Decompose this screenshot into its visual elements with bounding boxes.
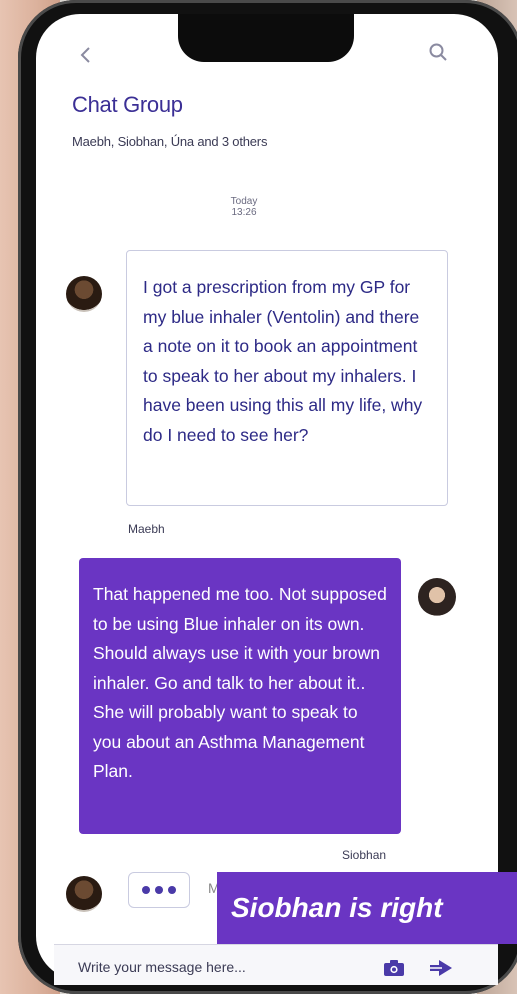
typing-dot xyxy=(168,886,176,894)
send-icon[interactable] xyxy=(428,958,454,978)
chevron-left-icon[interactable] xyxy=(78,46,92,64)
message-input[interactable] xyxy=(78,956,358,978)
typing-indicator xyxy=(128,872,190,908)
sender-name: Siobhan xyxy=(342,848,387,862)
phone-notch xyxy=(178,14,354,62)
search-icon[interactable] xyxy=(428,42,448,62)
typing-dot xyxy=(155,886,163,894)
message-bubble-outgoing: That happened me too. Not supposed to be… xyxy=(79,558,401,834)
avatar-siobhan xyxy=(418,578,456,616)
avatar-maebh xyxy=(66,276,102,312)
sender-name: Maebh xyxy=(128,522,165,536)
timestamp-day: Today xyxy=(230,196,258,207)
avatar-typing-user xyxy=(66,876,102,912)
caption-banner: Siobhan is right xyxy=(217,872,517,944)
typing-dot xyxy=(142,886,150,894)
chat-members: Maebh, Siobhan, Úna and 3 others xyxy=(72,134,268,149)
camera-icon[interactable] xyxy=(382,958,406,978)
message-bubble-incoming: I got a prescription from my GP for my b… xyxy=(126,250,448,506)
timestamp-time: 13:26 xyxy=(231,207,257,218)
chat-title: Chat Group xyxy=(72,92,183,117)
message-timestamp: Today 13:26 xyxy=(222,196,266,218)
